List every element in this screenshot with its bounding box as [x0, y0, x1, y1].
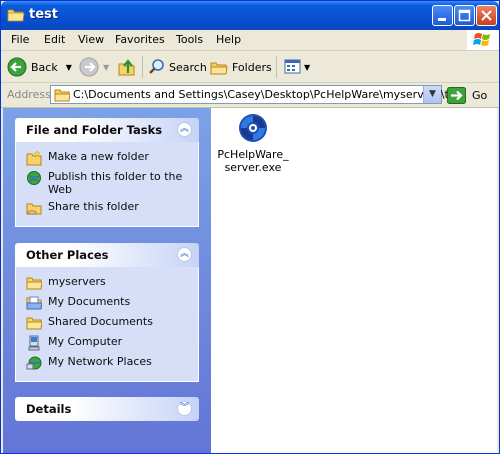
forward-arrow-icon: [79, 57, 99, 77]
forward-dropdown-icon[interactable]: ▼: [103, 63, 109, 72]
menu-file[interactable]: File: [11, 33, 29, 46]
minimize-button[interactable]: [432, 5, 453, 26]
maximize-icon: [458, 9, 471, 22]
task-label: Share this folder: [48, 200, 139, 213]
my-computer-icon: [28, 335, 40, 351]
place-my-computer[interactable]: My Computer: [16, 333, 198, 353]
toolbar-separator: [142, 56, 143, 78]
menu-favorites[interactable]: Favorites: [115, 33, 165, 46]
search-button[interactable]: Search: [148, 56, 207, 78]
folders-label: Folders: [232, 60, 272, 74]
place-label: myservers: [48, 275, 106, 288]
share-folder-icon: [26, 203, 42, 215]
my-documents-icon: [26, 296, 42, 310]
panel-body: Make a new folder Publish this folder to…: [15, 142, 199, 227]
shared-documents-icon: [26, 317, 42, 330]
task-publish-web[interactable]: Publish this folder to the Web: [16, 168, 198, 198]
address-dropdown-icon[interactable]: ▼: [423, 86, 441, 103]
address-label: Address: [7, 88, 51, 101]
task-share-folder[interactable]: Share this folder: [16, 198, 198, 218]
up-folder-icon: [118, 59, 135, 76]
views-icon: [284, 59, 301, 74]
title-bar[interactable]: test: [1, 1, 499, 30]
address-bar: Address C:\Documents and Settings\Casey\…: [1, 83, 499, 108]
close-button[interactable]: [476, 5, 497, 26]
publish-web-icon: [27, 171, 41, 185]
menu-view[interactable]: View: [78, 33, 104, 46]
menu-edit[interactable]: Edit: [44, 33, 65, 46]
file-folder-tasks-panel: File and Folder Tasks ︽ Make a new folde…: [15, 118, 199, 227]
menu-bar: File Edit View Favorites Tools Help: [1, 30, 499, 51]
go-arrow-icon: [447, 86, 466, 104]
go-label: Go: [472, 88, 488, 102]
place-my-documents[interactable]: My Documents: [16, 293, 198, 313]
panel-title: File and Folder Tasks: [26, 123, 163, 137]
new-folder-icon: [26, 150, 42, 166]
collapse-chevron-icon[interactable]: ︽: [177, 122, 192, 137]
folder-icon: [26, 277, 42, 290]
panel-title: Other Places: [26, 248, 109, 262]
task-label: Make a new folder: [48, 150, 149, 163]
address-input[interactable]: C:\Documents and Settings\Casey\Desktop\…: [50, 85, 466, 104]
place-my-network-places[interactable]: My Network Places: [16, 353, 198, 373]
views-button[interactable]: ▼: [284, 56, 310, 78]
menu-tools[interactable]: Tools: [176, 33, 203, 46]
up-folder-button[interactable]: [117, 56, 137, 78]
back-arrow-icon: [7, 57, 27, 77]
forward-button[interactable]: ▼: [79, 56, 109, 78]
file-item[interactable]: PcHelpWare_server.exe: [215, 112, 291, 174]
search-label: Search: [169, 60, 207, 74]
panel-header[interactable]: Other Places ︽: [15, 243, 199, 267]
folders-icon: [210, 62, 228, 75]
details-panel: Details ︾: [15, 397, 199, 421]
place-label: Shared Documents: [48, 315, 153, 328]
other-places-panel: Other Places ︽ myservers My Documents Sh…: [15, 243, 199, 382]
standard-toolbar: Back ▼ ▼ Search Folders ▼: [1, 51, 499, 83]
expand-chevron-icon[interactable]: ︾: [177, 401, 192, 416]
place-myservers[interactable]: myservers: [16, 273, 198, 293]
place-label: My Documents: [48, 295, 131, 308]
panel-header[interactable]: File and Folder Tasks ︽: [15, 118, 199, 142]
place-shared-documents[interactable]: Shared Documents: [16, 313, 198, 333]
back-button[interactable]: Back ▼: [7, 56, 72, 78]
place-label: My Network Places: [48, 355, 152, 368]
minimize-icon: [438, 18, 446, 21]
task-make-new-folder[interactable]: Make a new folder: [16, 148, 198, 168]
address-value: C:\Documents and Settings\Casey\Desktop\…: [73, 88, 466, 101]
folder-icon: [54, 89, 70, 102]
search-icon: [149, 59, 164, 74]
pchelpware-app-icon: [239, 114, 267, 142]
file-name: PcHelpWare_server.exe: [217, 148, 289, 174]
back-dropdown-icon[interactable]: ▼: [66, 63, 72, 72]
panel-title: Details: [26, 402, 72, 416]
maximize-button[interactable]: [454, 5, 475, 26]
content-area: File and Folder Tasks ︽ Make a new folde…: [3, 108, 497, 453]
window-title: test: [29, 7, 58, 22]
folders-button[interactable]: Folders: [210, 56, 272, 78]
collapse-chevron-icon[interactable]: ︽: [177, 247, 192, 262]
go-button[interactable]: Go: [447, 86, 497, 104]
views-dropdown-icon[interactable]: ▼: [304, 63, 310, 72]
place-label: My Computer: [48, 335, 123, 348]
toolbar-separator: [276, 56, 277, 78]
close-icon: [481, 10, 492, 21]
task-pane: File and Folder Tasks ︽ Make a new folde…: [3, 108, 211, 453]
menu-help[interactable]: Help: [216, 33, 241, 46]
task-label: Publish this folder to the Web: [48, 170, 183, 196]
back-label: Back: [31, 60, 58, 74]
file-list-view[interactable]: PcHelpWare_server.exe: [211, 108, 497, 453]
panel-header[interactable]: Details ︾: [15, 397, 199, 421]
windows-logo-icon: [467, 30, 499, 50]
explorer-window: test File Edit View Favorites Tools Help: [0, 0, 500, 454]
folder-icon: [7, 9, 25, 22]
network-places-icon: [26, 356, 42, 370]
panel-body: myservers My Documents Shared Documents …: [15, 267, 199, 382]
